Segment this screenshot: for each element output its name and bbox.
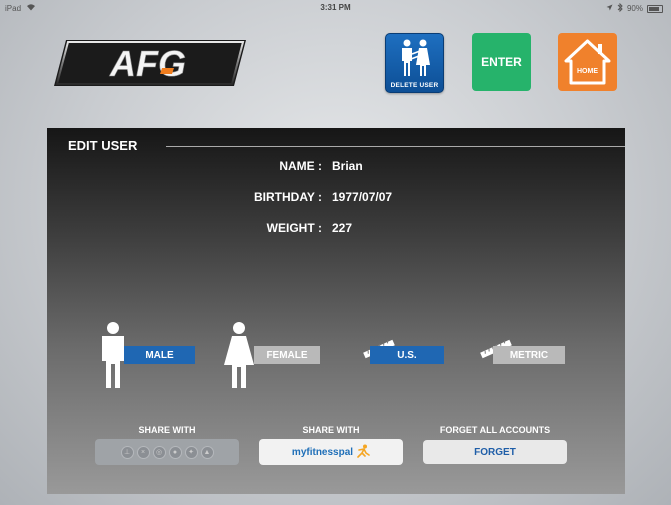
metric-units-option[interactable]: METRIC (479, 338, 569, 370)
enter-button[interactable]: ENTER (472, 33, 531, 91)
enter-label: ENTER (481, 55, 522, 69)
forget-button[interactable]: FORGET (423, 440, 567, 464)
app-circle-icon: × (136, 445, 150, 459)
myfitnesspal-share-button[interactable]: myfitnesspal (259, 439, 403, 465)
male-option[interactable]: MALE (97, 321, 197, 391)
delete-user-icon (395, 38, 435, 83)
app-circle-icon: ● (168, 445, 182, 459)
share-with-label: SHARE WITH (302, 425, 360, 435)
panel-title: EDIT USER (68, 138, 138, 153)
app-circle-icon: ▲ (200, 445, 214, 459)
birthday-value[interactable]: 1977/07/07 (332, 190, 392, 204)
battery-percent: 90% (626, 4, 643, 13)
myfitnesspal-logo-text: myfitnesspal (291, 446, 354, 458)
edit-user-panel: EDIT USER NAME : Brian BIRTHDAY : 1977/0… (47, 128, 625, 494)
female-option[interactable]: FEMALE (222, 321, 322, 391)
status-bar: iPad 3:31 PM 90% (0, 0, 671, 16)
svg-text:AFG: AFG (109, 43, 186, 84)
share-with-label: SHARE WITH (138, 425, 196, 435)
name-value[interactable]: Brian (332, 159, 363, 173)
birthday-label: BIRTHDAY : (253, 190, 322, 204)
under-armour-icon: ⊥ (120, 445, 134, 459)
male-icon (99, 321, 127, 394)
name-label: NAME : (279, 159, 322, 173)
delete-user-label: DELETE USER (390, 82, 439, 89)
us-units-label: U.S. (370, 346, 444, 364)
delete-user-button[interactable]: DELETE USER (385, 33, 444, 93)
male-label: MALE (124, 346, 195, 364)
us-units-option[interactable]: U.S. (362, 338, 447, 370)
battery-icon (647, 4, 663, 13)
afg-logo: AFG (48, 38, 248, 88)
forget-all-accounts-label: FORGET ALL ACCOUNTS (439, 425, 551, 435)
title-divider (166, 146, 625, 147)
under-armour-share-button[interactable]: ⊥ × ◎ ● ✦ ▲ (95, 439, 239, 465)
female-icon (222, 321, 256, 394)
female-label: FEMALE (254, 346, 320, 364)
status-time: 3:31 PM (320, 3, 351, 12)
home-icon: HOME (564, 39, 611, 85)
svg-text:HOME: HOME (577, 68, 598, 75)
metric-units-label: METRIC (493, 346, 565, 364)
app-circle-icon: ◎ (152, 445, 166, 459)
bluetooth-icon (617, 2, 623, 14)
app-circle-icon: ✦ (184, 445, 198, 459)
forget-label: FORGET (474, 446, 516, 458)
runner-icon (356, 444, 370, 461)
weight-label: WEIGHT : (266, 221, 322, 235)
home-button[interactable]: HOME (558, 33, 617, 91)
location-icon (606, 4, 613, 13)
weight-value[interactable]: 227 (332, 221, 352, 235)
